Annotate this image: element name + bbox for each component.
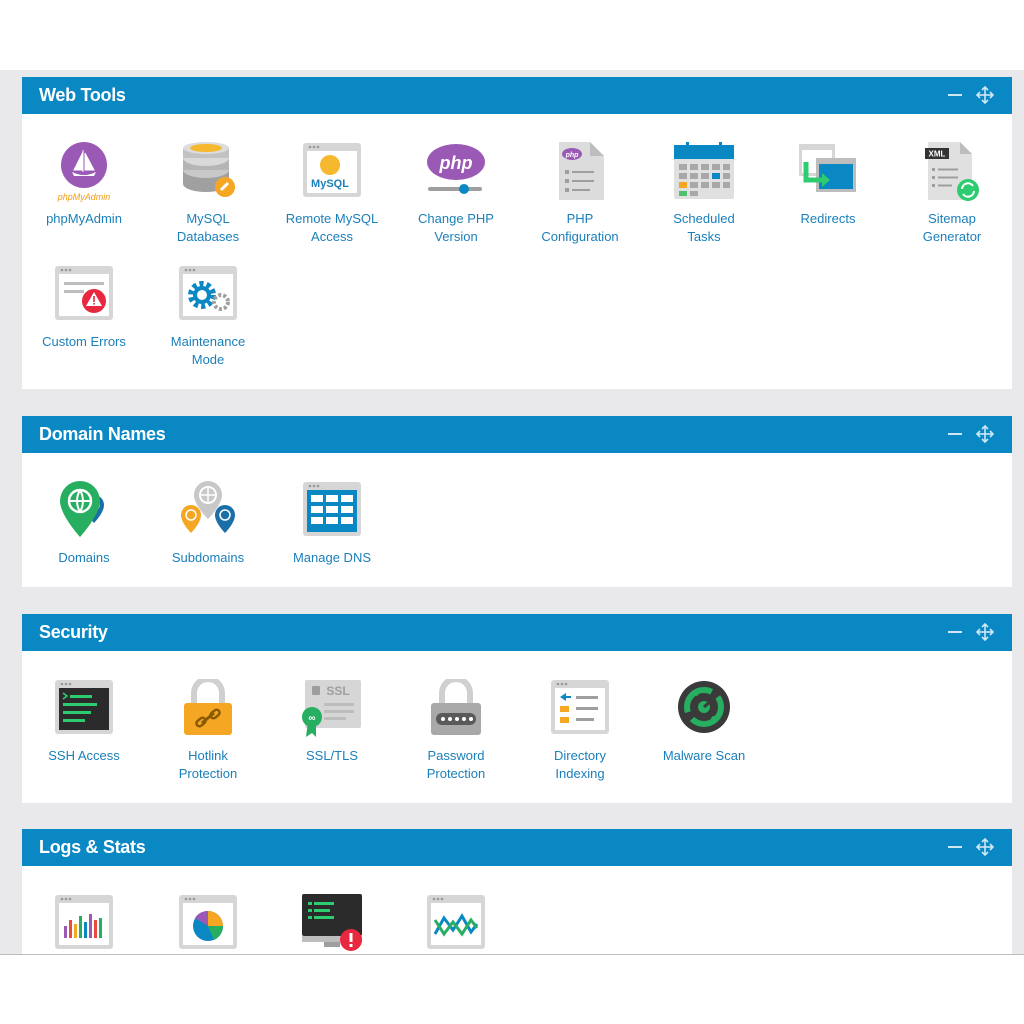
sitemap-icon: XML xyxy=(925,142,979,201)
tool-mysql-databases[interactable]: MySQL Databases xyxy=(146,142,270,246)
line-graph-icon xyxy=(427,895,485,949)
tool-label: Hotlink Protection xyxy=(178,748,238,781)
tool-label: Custom Errors xyxy=(42,334,126,349)
minimize-icon[interactable] xyxy=(948,631,962,633)
tool-label: Malware Scan xyxy=(662,748,746,763)
panel-title: Security xyxy=(39,622,108,642)
tool-manage-dns[interactable]: Manage DNS xyxy=(270,481,394,567)
move-icon[interactable] xyxy=(976,425,994,443)
logs-stats-panel: Logs & Stats xyxy=(22,829,1012,954)
svg-text:SSL: SSL xyxy=(326,684,349,698)
svg-text:MySQL: MySQL xyxy=(311,178,349,190)
tool-ssh-access[interactable]: SSH Access xyxy=(22,679,146,765)
phpmyadmin-icon: phpMyAdmin xyxy=(57,142,111,202)
php-configuration-icon: php xyxy=(559,142,604,200)
panel-title: Domain Names xyxy=(39,424,166,444)
tool-label: phpMyAdmin xyxy=(46,211,122,226)
tool-scheduled-tasks[interactable]: Scheduled Tasks xyxy=(642,142,766,246)
remote-mysql-icon: MySQL xyxy=(303,143,361,197)
tool-hotlink-protection[interactable]: Hotlink Protection xyxy=(146,679,270,783)
tool-error-log[interactable] xyxy=(270,894,394,954)
ssl-certificate-icon: SSL ∞ xyxy=(302,680,361,737)
tool-sitemap-generator[interactable]: XML Sitemap Generator xyxy=(890,142,1014,246)
panel-header[interactable]: Domain Names xyxy=(22,416,1012,453)
dns-icon xyxy=(303,482,361,536)
malware-scan-icon xyxy=(678,681,730,733)
tool-label: Change PHP Version xyxy=(418,211,494,244)
panel-header[interactable]: Logs & Stats xyxy=(22,829,1012,866)
tool-label: Password Protection xyxy=(426,748,486,781)
svg-text:php: php xyxy=(439,153,473,173)
dashboard: Web Tools phpMyAdmin phpMyAdmin MySQL Da… xyxy=(0,70,1024,955)
move-icon[interactable] xyxy=(976,86,994,104)
maintenance-icon xyxy=(179,266,237,320)
tool-line-graph[interactable] xyxy=(394,894,518,954)
hotlink-lock-icon xyxy=(184,679,232,735)
tool-maintenance-mode[interactable]: Maintenance Mode xyxy=(146,265,270,369)
move-icon[interactable] xyxy=(976,838,994,856)
tool-label: Directory Indexing xyxy=(553,748,606,781)
tool-subdomains[interactable]: Subdomains xyxy=(146,481,270,567)
web-tools-panel: Web Tools phpMyAdmin phpMyAdmin MySQL Da… xyxy=(22,77,1012,389)
tool-phpmyadmin[interactable]: phpMyAdmin phpMyAdmin xyxy=(22,142,146,228)
mysql-databases-icon xyxy=(183,142,235,197)
tool-domains[interactable]: Domains xyxy=(22,481,146,567)
bar-stats-icon xyxy=(55,895,113,949)
custom-errors-icon xyxy=(55,266,113,320)
svg-text:phpMyAdmin: phpMyAdmin xyxy=(57,192,111,202)
tool-label: SSL/TLS xyxy=(305,748,359,763)
tool-label: Sitemap Generator xyxy=(922,211,982,244)
tool-label: Domains xyxy=(58,550,110,565)
tool-pie-stats[interactable] xyxy=(146,894,270,954)
svg-text:XML: XML xyxy=(929,150,946,159)
svg-text:∞: ∞ xyxy=(308,713,315,724)
tool-label: Scheduled Tasks xyxy=(673,211,735,244)
tool-redirects[interactable]: Redirects xyxy=(766,142,890,228)
domains-icon xyxy=(60,481,104,537)
error-log-icon xyxy=(302,894,362,951)
tool-malware-scan[interactable]: Malware Scan xyxy=(642,679,766,765)
pie-chart-icon xyxy=(179,895,237,949)
tool-password-protection[interactable]: Password Protection xyxy=(394,679,518,783)
panel-header[interactable]: Security xyxy=(22,614,1012,651)
domain-names-panel: Domain Names Domains Subdomains Manage D… xyxy=(22,416,1012,587)
subdomains-icon xyxy=(181,481,235,533)
redirect-icon xyxy=(799,144,856,192)
tool-custom-errors[interactable]: Custom Errors xyxy=(22,265,146,351)
move-icon[interactable] xyxy=(976,623,994,641)
panel-title: Web Tools xyxy=(39,85,126,105)
tool-php-configuration[interactable]: php PHP Configuration xyxy=(518,142,642,246)
minimize-icon[interactable] xyxy=(948,433,962,435)
svg-text:php: php xyxy=(565,152,580,159)
tool-label: Maintenance Mode xyxy=(170,334,246,367)
minimize-icon[interactable] xyxy=(948,846,962,848)
tool-label: Redirects xyxy=(800,211,856,226)
tool-label: Remote MySQL Access xyxy=(285,211,379,244)
tool-label: Manage DNS xyxy=(292,550,372,565)
tool-directory-indexing[interactable]: Directory Indexing xyxy=(518,679,642,783)
tool-label: SSH Access xyxy=(48,748,120,763)
tool-bar-stats[interactable] xyxy=(22,894,146,954)
tool-label: MySQL Databases xyxy=(176,211,240,244)
tool-label: PHP Configuration xyxy=(541,211,619,244)
panel-title: Logs & Stats xyxy=(39,837,146,857)
panel-header[interactable]: Web Tools xyxy=(22,77,1012,114)
terminal-icon xyxy=(55,680,113,734)
security-panel: Security SSH Access Hotlink Protection S… xyxy=(22,614,1012,803)
tool-label: Subdomains xyxy=(171,550,245,565)
change-php-icon: php xyxy=(427,144,485,194)
calendar-icon xyxy=(674,142,734,199)
tool-ssl-tls[interactable]: SSL ∞ SSL/TLS xyxy=(270,679,394,765)
minimize-icon[interactable] xyxy=(948,94,962,96)
password-lock-icon xyxy=(431,679,481,735)
tool-change-php[interactable]: php Change PHP Version xyxy=(394,142,518,246)
tool-remote-mysql[interactable]: MySQL Remote MySQL Access xyxy=(270,142,394,246)
directory-indexing-icon xyxy=(551,680,609,734)
